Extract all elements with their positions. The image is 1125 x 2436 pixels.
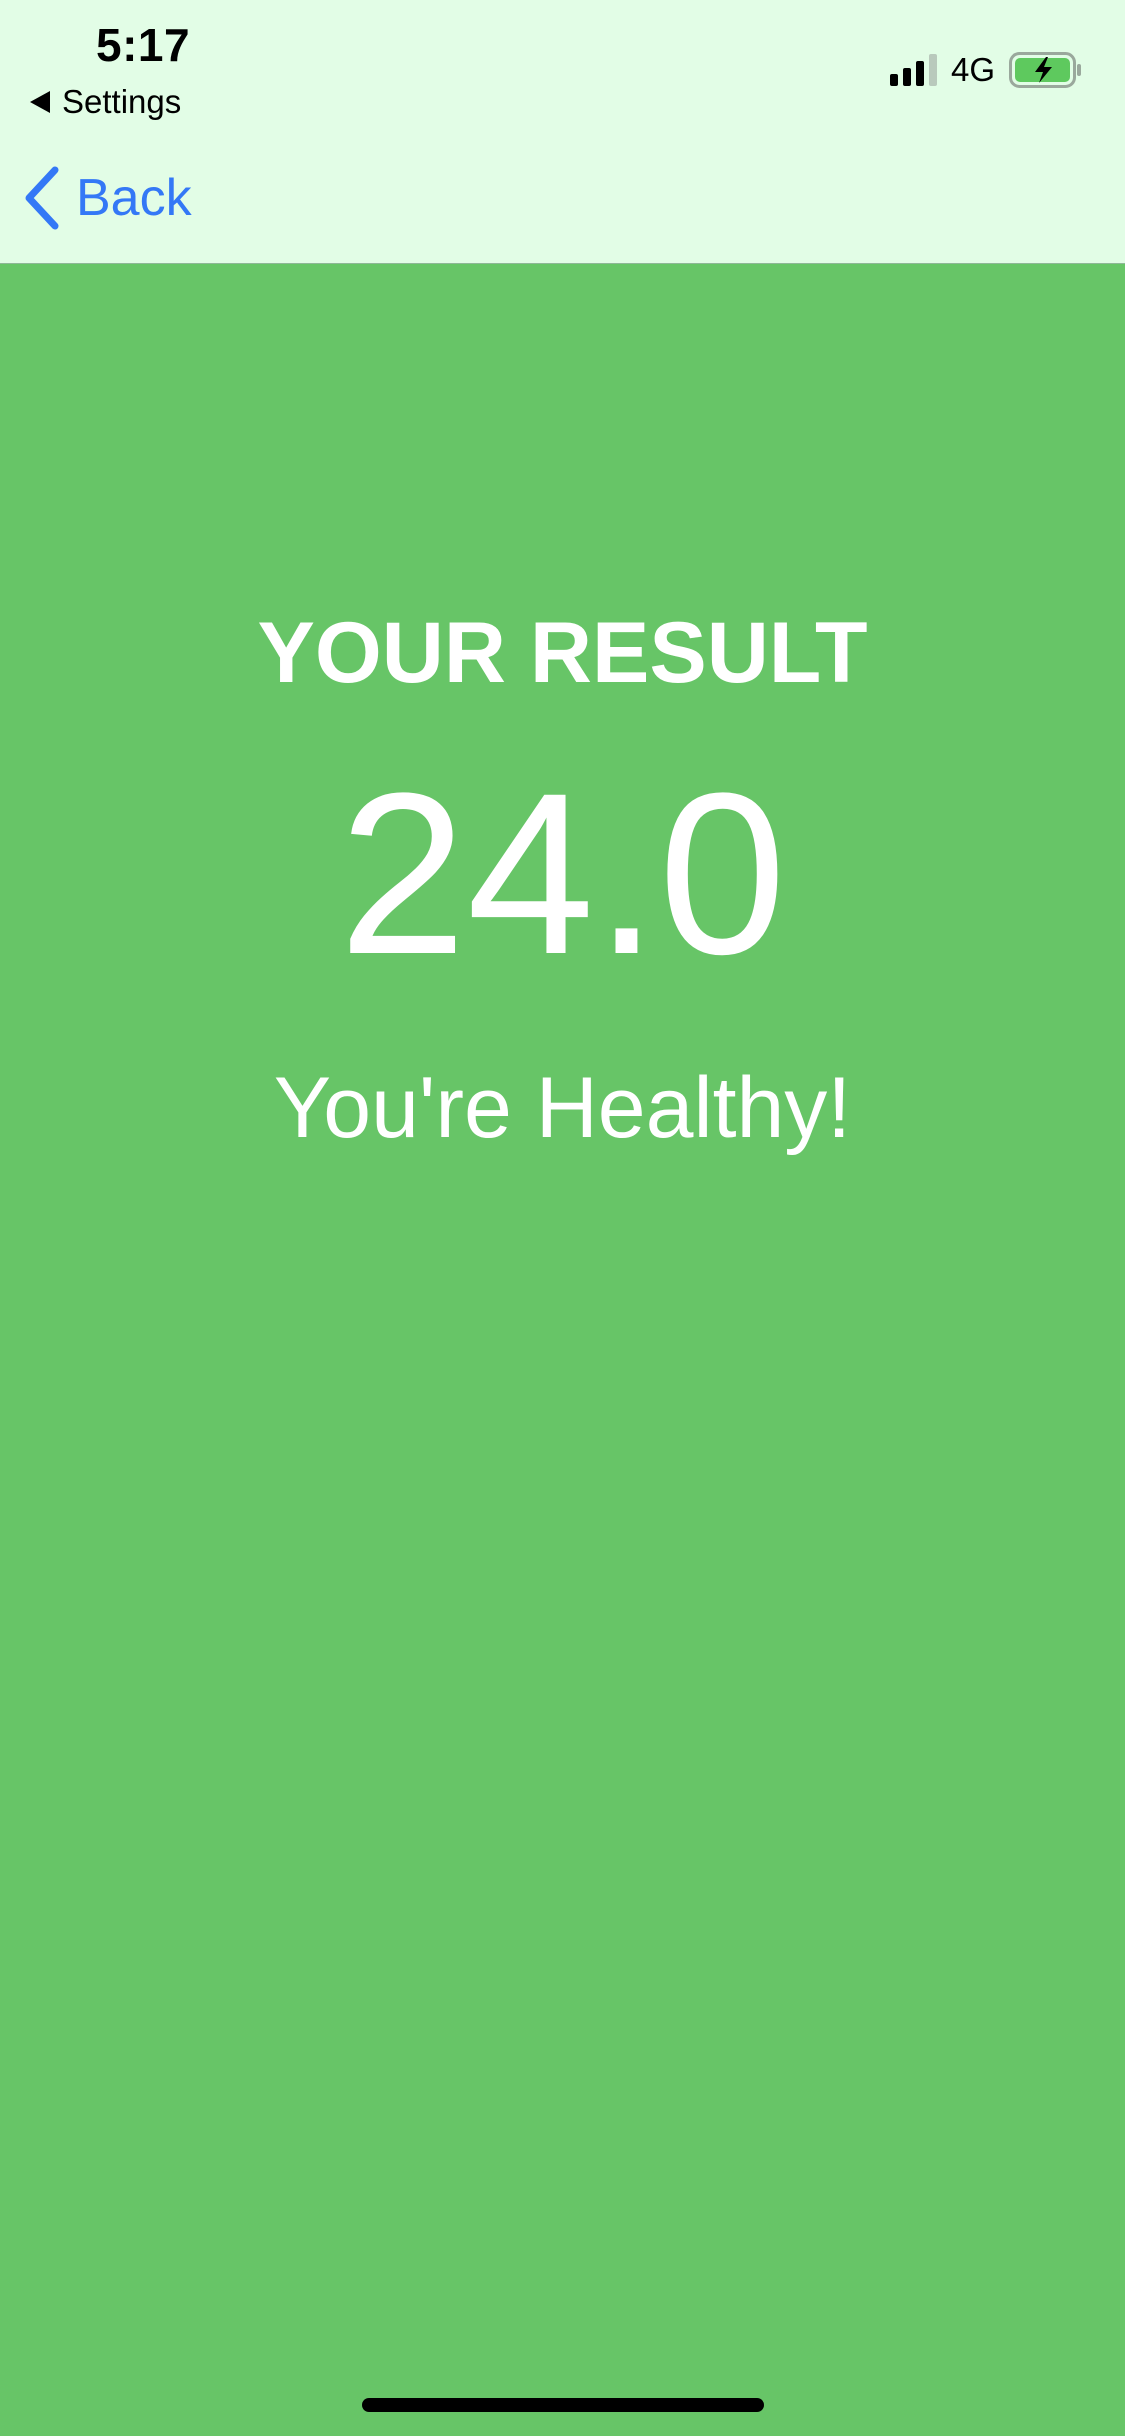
network-type: 4G — [950, 51, 995, 88]
status-time: 5:17 — [96, 19, 191, 71]
status-indicators: 4G — [889, 50, 1083, 90]
bmi-value: 24.0 — [338, 745, 787, 1002]
home-indicator[interactable] — [362, 2398, 764, 2412]
back-to-app-label: Settings — [62, 83, 182, 120]
result-message: You're Healthy! — [273, 1060, 852, 1156]
result-screen: 5:17 Settings 4G Back YOUR RESULT 24.0 Y… — [0, 0, 1125, 2436]
battery-charging-icon — [1009, 52, 1083, 88]
result-title: YOUR RESULT — [257, 605, 868, 701]
back-triangle-icon — [30, 91, 50, 113]
result-panel: YOUR RESULT 24.0 You're Healthy! — [0, 264, 1125, 2436]
navigation-header: 5:17 Settings 4G Back — [0, 0, 1125, 264]
cellular-signal-icon — [889, 54, 937, 86]
back-button[interactable]: Back — [22, 162, 192, 234]
chevron-left-icon — [25, 166, 59, 230]
back-button-label: Back — [76, 169, 192, 227]
back-to-settings-link[interactable]: Settings — [30, 82, 181, 122]
